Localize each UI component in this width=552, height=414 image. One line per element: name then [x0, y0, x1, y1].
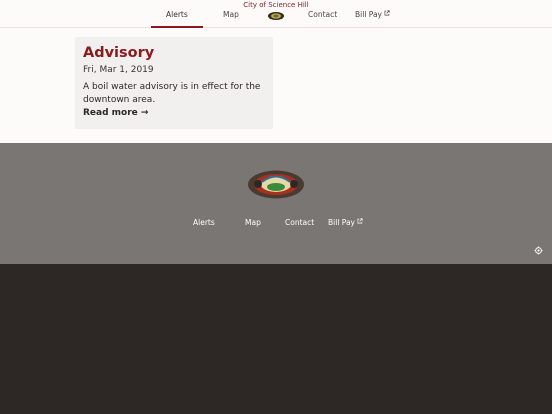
footer-link-map[interactable]: Map	[245, 218, 261, 227]
footer-link-contact[interactable]: Contact	[285, 218, 314, 227]
footer: Alerts Map Contact Bill Pay	[0, 143, 552, 264]
nav-bill-pay-label: Bill Pay	[355, 10, 383, 19]
nav-item-alerts[interactable]: Alerts	[166, 10, 188, 19]
alert-title: Advisory	[83, 45, 155, 61]
nav-item-bill-pay[interactable]: Bill Pay	[355, 10, 390, 19]
alert-body: A boil water advisory is in effect for t…	[83, 82, 261, 105]
nav-item-map[interactable]: Map	[223, 10, 239, 19]
external-link-icon	[384, 10, 390, 16]
main-content: Advisory Fri, Mar 1, 2019 A boil water a…	[0, 28, 552, 143]
alert-card[interactable]: Advisory Fri, Mar 1, 2019 A boil water a…	[75, 37, 273, 129]
footer-link-alerts[interactable]: Alerts	[193, 218, 215, 227]
footer-bill-pay-label: Bill Pay	[328, 218, 356, 227]
read-more-link[interactable]: Read more →	[83, 108, 148, 118]
external-link-icon	[357, 218, 363, 224]
footer-link-bill-pay[interactable]: Bill Pay	[328, 218, 363, 227]
nav-item-contact[interactable]: Contact	[308, 10, 337, 19]
site-title[interactable]: City of Science Hill	[236, 1, 316, 9]
city-seal-logo-small[interactable]	[267, 11, 285, 21]
page-bottom	[0, 264, 552, 414]
top-navigation: City of Science Hill Alerts Map Contact …	[0, 0, 552, 28]
alert-date: Fri, Mar 1, 2019	[83, 65, 154, 75]
city-seal-logo[interactable]	[246, 168, 306, 201]
gear-icon[interactable]	[534, 246, 543, 255]
